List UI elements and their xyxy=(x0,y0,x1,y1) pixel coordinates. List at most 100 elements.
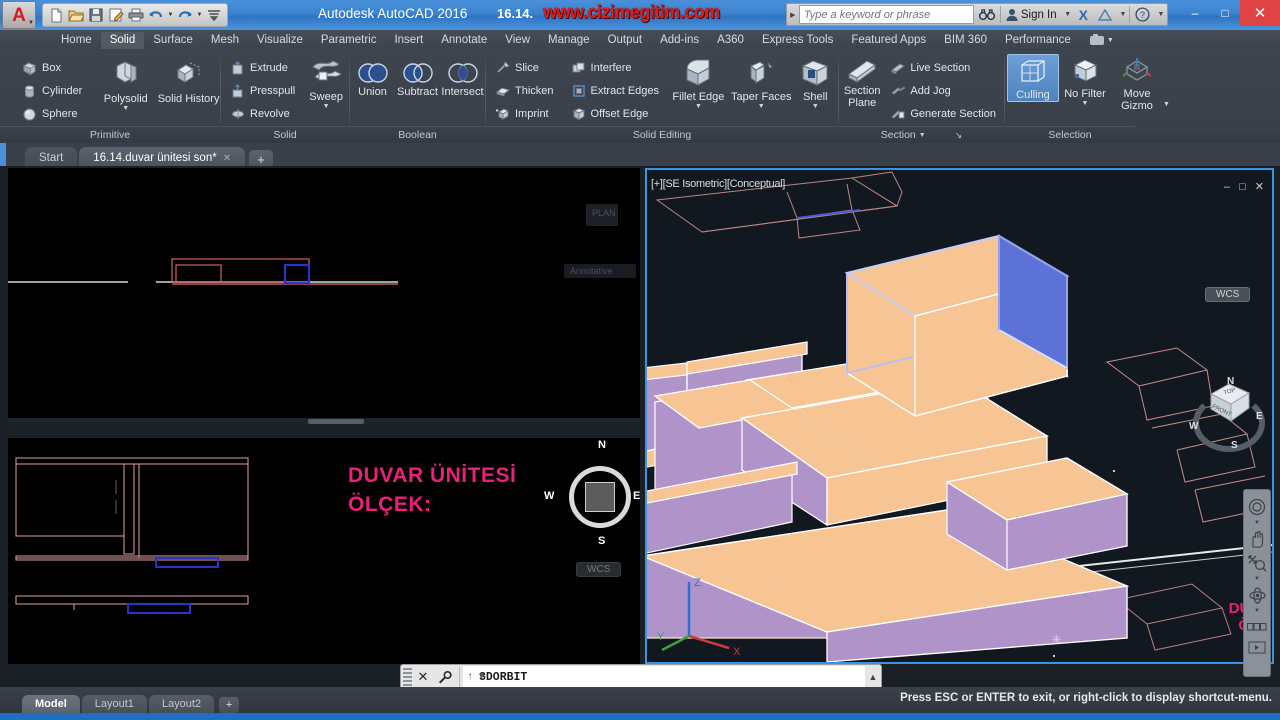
ribbon-tab-output[interactable]: Output xyxy=(599,32,652,49)
ribbon-tab-bim360[interactable]: BIM 360 xyxy=(935,32,996,49)
new-file-icon[interactable] xyxy=(46,5,66,25)
pan-hand-icon[interactable] xyxy=(1246,528,1268,550)
new-layout-button[interactable]: + xyxy=(219,697,240,713)
ribbon-tab-visualize[interactable]: Visualize xyxy=(248,32,312,49)
ribbon-button-interfere[interactable]: Interfere xyxy=(568,57,663,79)
search-input[interactable] xyxy=(798,5,974,24)
viewport-minimize-button[interactable]: – xyxy=(1224,181,1230,193)
ribbon-tab-solid[interactable]: Solid xyxy=(100,31,145,49)
chevron-down-icon[interactable]: ▼ xyxy=(1082,100,1089,107)
chevron-down-icon[interactable]: ▼ xyxy=(1254,520,1260,526)
save-as-icon[interactable] xyxy=(106,5,126,25)
layout-tab-model[interactable]: Model xyxy=(22,695,80,713)
ribbon-tab-manage[interactable]: Manage xyxy=(539,32,599,49)
layout-tab-layout2[interactable]: Layout2 xyxy=(148,695,215,713)
save-icon[interactable] xyxy=(86,5,106,25)
ribbon-tab-home[interactable]: Home xyxy=(52,32,101,49)
ribbon-button-revolve[interactable]: Revolve xyxy=(227,103,299,125)
ribbon-tab-express-tools[interactable]: Express Tools xyxy=(753,32,842,49)
compass-widget[interactable] xyxy=(569,466,631,528)
ribbon-button-no-filter[interactable]: No Filter ▼ xyxy=(1059,54,1111,107)
orbit-icon[interactable] xyxy=(1246,584,1268,606)
ribbon-button-slice[interactable]: Slice xyxy=(492,57,558,79)
viewcube-widget[interactable]: TOP FRONT N W E S xyxy=(1189,376,1269,456)
steering-wheel-icon[interactable] xyxy=(1246,496,1268,518)
ribbon-button-live-section[interactable]: Live Section xyxy=(887,57,1000,79)
chevron-down-icon[interactable]: ▼ xyxy=(919,132,926,139)
showmotion-play-icon[interactable] xyxy=(1246,640,1268,655)
application-menu-button[interactable]: A ▼ xyxy=(2,1,36,29)
search-button[interactable] xyxy=(974,3,1000,26)
infocenter-expand-icon[interactable]: ▶ xyxy=(787,11,799,19)
chevron-down-icon[interactable]: ▼ xyxy=(1163,101,1170,108)
viewport-maximize-button[interactable]: □ xyxy=(1239,181,1246,193)
help-button[interactable]: ? xyxy=(1130,3,1155,26)
help-dropdown-icon[interactable]: ▼ xyxy=(1155,11,1167,18)
ribbon-button-subtract[interactable]: Subtract xyxy=(395,60,440,98)
ribbon-tab-performance[interactable]: Performance xyxy=(996,32,1080,49)
sign-in-button[interactable]: Sign In xyxy=(1001,3,1062,26)
minimize-button[interactable]: – xyxy=(1180,0,1210,26)
viewport-3d-isometric[interactable]: Z Y X ✳ DUVA ÖLÇ [+][SE Isometric][Conce… xyxy=(645,168,1274,664)
ribbon-button-box[interactable]: Box xyxy=(18,57,86,79)
zoom-extents-icon[interactable] xyxy=(1246,552,1268,574)
ribbon-tab-surface[interactable]: Surface xyxy=(144,32,202,49)
chevron-down-icon[interactable]: ▼ xyxy=(758,103,765,110)
panel-dialog-launcher-icon[interactable]: ↘ xyxy=(955,130,963,141)
redo-icon[interactable] xyxy=(175,5,195,25)
sign-in-dropdown-icon[interactable]: ▼ xyxy=(1062,11,1074,18)
wcs-indicator[interactable]: WCS xyxy=(576,562,622,577)
viewcube-label-n[interactable]: N xyxy=(1227,376,1234,387)
command-input[interactable]: ↑ ▾ 3DORBIT xyxy=(463,666,865,688)
customize-qat-icon[interactable] xyxy=(204,5,224,25)
ribbon-button-shell[interactable]: Shell ▼ xyxy=(793,55,838,110)
ribbon-button-section-plane[interactable]: Section Plane xyxy=(843,55,881,109)
ribbon-button-culling[interactable]: Culling xyxy=(1007,54,1059,102)
ribbon-button-offset-edge[interactable]: Offset Edge xyxy=(568,103,663,125)
viewcube-label-s[interactable]: S xyxy=(1231,440,1238,451)
ribbon-tab-insert[interactable]: Insert xyxy=(385,32,432,49)
ribbon-button-extract-edges[interactable]: Extract Edges xyxy=(568,80,663,102)
ribbon-button-generate-section[interactable]: Generate Section xyxy=(887,103,1000,125)
ribbon-button-move-gizmo[interactable]: Move Gizmo xyxy=(1111,54,1163,112)
undo-dropdown-icon[interactable]: ▼ xyxy=(166,12,175,18)
ribbon-tab-featured-apps[interactable]: Featured Apps xyxy=(842,32,935,49)
ribbon-button-thicken[interactable]: Thicken xyxy=(492,80,558,102)
chevron-down-icon[interactable]: ▼ xyxy=(1254,608,1260,614)
chevron-down-icon[interactable]: ▼ xyxy=(1254,576,1260,582)
exchange-app-icon[interactable]: X xyxy=(1074,3,1093,26)
command-history-expand-icon[interactable]: ▲ xyxy=(865,672,881,682)
ribbon-button-fillet-edge[interactable]: Fillet Edge ▼ xyxy=(667,55,730,110)
ribbon-tab-annotate[interactable]: Annotate xyxy=(432,32,496,49)
ribbon-tab-view[interactable]: View xyxy=(496,32,539,49)
viewport-config-label[interactable]: [+][SE Isometric][Conceptual] xyxy=(651,178,785,190)
ribbon-tab-parametric[interactable]: Parametric xyxy=(312,32,386,49)
redo-dropdown-icon[interactable]: ▼ xyxy=(195,12,204,18)
ribbon-button-extrude[interactable]: Extrude xyxy=(227,57,299,79)
viewcube-label-w[interactable]: W xyxy=(1189,421,1198,432)
ribbon-button-taper-faces[interactable]: Taper Faces ▼ xyxy=(730,55,793,110)
ribbon-button-intersect[interactable]: Intersect xyxy=(440,60,485,98)
chevron-down-icon[interactable]: ▼ xyxy=(122,105,129,112)
plot-icon[interactable] xyxy=(126,5,146,25)
close-icon[interactable]: ✕ xyxy=(412,669,434,685)
chevron-down-icon[interactable]: ▼ xyxy=(812,103,819,110)
command-line-drag-handle[interactable] xyxy=(403,668,412,686)
layout-tab-layout1[interactable]: Layout1 xyxy=(81,695,147,713)
wrench-icon[interactable] xyxy=(434,670,456,684)
ribbon-button-presspull[interactable]: Presspull xyxy=(227,80,299,102)
close-icon[interactable]: ✕ xyxy=(223,153,231,164)
showmotion-frames-icon[interactable] xyxy=(1246,616,1268,638)
ribbon-tab-addins[interactable]: Add-ins xyxy=(651,32,708,49)
autodesk-360-icon[interactable] xyxy=(1093,3,1117,26)
ribbon-button-union[interactable]: Union xyxy=(350,60,395,98)
chevron-down-icon[interactable]: ▼ xyxy=(323,103,330,110)
close-button[interactable]: ✕ xyxy=(1240,0,1280,26)
ribbon-button-sweep[interactable]: Sweep ▼ xyxy=(303,55,349,110)
viewport-plan[interactable]: DUVAR ÜNİTESİ ÖLÇEK: N W E S WCS xyxy=(8,438,640,664)
maximize-button[interactable]: □ xyxy=(1210,0,1240,26)
ribbon-button-sphere[interactable]: Sphere xyxy=(18,103,86,125)
ribbon-button-polysolid[interactable]: Polysolid ▼ xyxy=(94,55,157,112)
viewport-horizontal-scrollbar[interactable] xyxy=(8,418,640,425)
viewcube-label-e[interactable]: E xyxy=(1256,411,1263,422)
